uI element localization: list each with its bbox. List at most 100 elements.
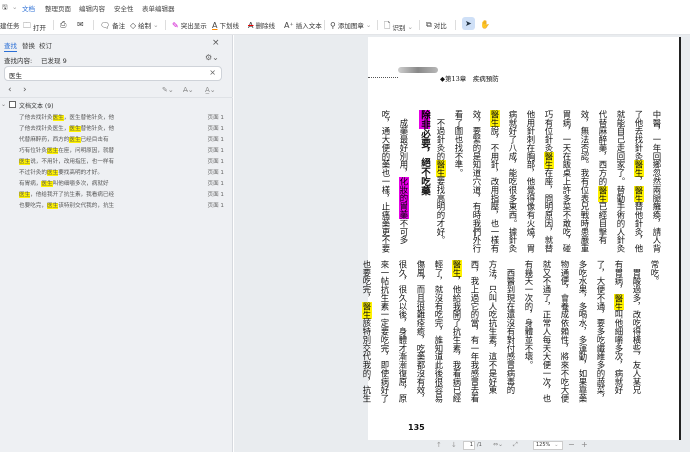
tab-replace[interactable]: 替换 — [22, 40, 35, 50]
shapes-icon: ◇ — [130, 20, 137, 30]
select-tool-button[interactable]: ➤ — [462, 17, 475, 30]
heading-highlight: 除非 — [419, 110, 430, 129]
zoom-select[interactable]: 125% ⌄ — [533, 441, 563, 450]
highlight-button[interactable]: ✎ 突出显示 — [172, 20, 207, 31]
menu-security[interactable]: 安全性 — [114, 3, 134, 13]
text: 成藥最好別用， — [399, 110, 409, 178]
text: 了他去找針灸 — [634, 110, 644, 161]
search-result-item[interactable]: 医生说，不用针，改用指压，也一样有 页面 1 — [19, 157, 224, 167]
search-hit-highlight: 醫生 — [598, 185, 608, 203]
zoom-in-button[interactable]: + — [581, 440, 588, 449]
text-column: 有幾天一次的，身體並不壞。 — [520, 260, 538, 415]
search-input[interactable]: 医生 × — [4, 66, 222, 81]
text: 西醫到現在還沒有對付感冒病毒的 — [506, 260, 516, 395]
search-result-item[interactable]: 有胃病，医生叫他细嚼多次，病就好 页面 1 — [19, 179, 224, 189]
tab-revise[interactable]: 校订 — [39, 40, 52, 50]
search-result-item[interactable]: 了他去找针灸医生，医生替他针灸，他 页面 1 — [19, 113, 224, 123]
section-heading: 除非必要，絕不吃藥 — [415, 110, 433, 260]
page-input[interactable]: 1 — [463, 441, 475, 450]
chapter-header: ◆第13章 疾病預防 — [440, 75, 499, 83]
tab-find[interactable]: 查找 — [4, 40, 17, 52]
text: 輕了，就沒有吃完，誰知道此後很容易 — [434, 260, 444, 403]
add-stamp-button[interactable]: ⚲ 添加图章 ⌄ — [330, 20, 371, 31]
compare-button[interactable]: ⧉ 对比 — [426, 20, 447, 30]
zoom-out-button[interactable]: − — [568, 440, 575, 449]
divider — [93, 20, 94, 30]
result-page: 页面 1 — [207, 159, 224, 165]
divider — [53, 20, 54, 30]
menu-form-editor[interactable]: 表单编辑器 — [142, 3, 175, 13]
collapse-chevron-icon[interactable]: ⌄ — [1, 101, 6, 108]
underline-label: 下划线 — [219, 22, 239, 30]
text-column: 他用針刺在胸部，他覺得像有火燒，胃 — [522, 110, 540, 260]
new-task-label: 建任务 — [0, 22, 20, 30]
result-page: 页面 1 — [207, 126, 224, 132]
text: 有幾天一次的，身體並不壞。 — [524, 260, 534, 370]
text-column: 來一帖抗生素一定要吃完，即使病好了 — [376, 260, 394, 415]
gear-icon[interactable]: ⚙⌄ — [205, 53, 219, 62]
result-page: 页面 1 — [207, 181, 224, 187]
search-result-item[interactable]: 也要吃完，医生该特别交代我的，抗生 页面 1 — [19, 201, 224, 211]
print-button[interactable]: ⎙ — [60, 20, 66, 30]
hand-tool-button[interactable]: ✋ — [480, 20, 490, 29]
result-snippet: 有胃病，医生叫他细嚼多次，病就好 — [19, 179, 109, 187]
arrow-down-icon[interactable]: ↓ — [451, 441, 457, 449]
snippet-before: 巧有位针灸 — [19, 148, 47, 154]
save-icon[interactable]: 🖫 — [2, 3, 8, 14]
text: 就又不通了，正常人每天大便一次，也 — [542, 260, 552, 403]
text: 看了圖也找不準。 — [454, 110, 464, 178]
group-checkbox[interactable] — [9, 101, 16, 108]
strikethrough-button[interactable]: A 删除线 — [248, 20, 275, 31]
find-label: 查找内容: — [4, 57, 33, 65]
text: 已經目擊有 — [598, 202, 608, 245]
toolbar: 建任务 🗀 打开 ⎙ ✉ 🗨 备注 ◇ 绘制 ⌄ ✎ 突出显示 A 下划线 A 删除线 A⁺ 插… — [0, 14, 690, 35]
previous-result-button[interactable]: ‹ — [8, 85, 12, 95]
underline-results-icon[interactable]: A̲⌄ — [205, 86, 216, 94]
search-value: 医生 — [9, 72, 22, 80]
recognize-label: 识别 — [392, 24, 406, 32]
arrow-up-icon[interactable]: ↑ — [436, 441, 442, 449]
highlighter-icon: ✎ — [172, 20, 179, 30]
text: 巧有位針灸 — [544, 110, 554, 152]
fit-width-icon[interactable]: ⇔⌄ — [493, 441, 503, 448]
open-button[interactable]: 🗀 打开 — [23, 20, 46, 34]
next-result-button[interactable]: › — [23, 85, 27, 95]
underline-button[interactable]: A 下划线 — [212, 20, 239, 31]
search-hit-highlight: 醫生 — [634, 185, 644, 203]
text: 吃，通大便的藥也一樣，止痛藥更不要 — [381, 110, 391, 253]
note-button[interactable]: 🗨 备注 — [100, 20, 125, 31]
search-hit-highlight: 醫生 — [490, 110, 500, 127]
search-result-item[interactable]: 了他去找针灸医生，医生替他针灸，他 页面 1 — [19, 124, 224, 134]
text: 胃酸過多，改吃得橫些，友人某兄 — [632, 260, 642, 395]
menu-edit-content[interactable]: 编辑内容 — [79, 3, 105, 13]
search-result-item[interactable]: 代替麻醉药，西方的医生已经目击有 页面 1 — [19, 135, 224, 145]
result-snippet: 也要吃完，医生该特别交代我的，抗生 — [19, 201, 114, 209]
text-column: 不過針灸的醫生要找高明的才好。 — [432, 110, 450, 260]
close-icon[interactable]: × — [212, 38, 220, 48]
search-result-item[interactable]: 巧有位针灸医生在座，问明原因，就替 页面 1 — [19, 146, 224, 156]
ocr-icon: 🗋 — [384, 21, 391, 30]
text: 胃病，一天在飯桌上許多菜不敢吃，碰 — [562, 110, 572, 253]
search-result-item[interactable]: 医生，他给我开了抗生素，我看病已经 页面 1 — [19, 190, 224, 200]
draw-button[interactable]: ◇ 绘制 ⌄ — [130, 20, 159, 31]
chevron-down-icon[interactable]: ⌄ — [12, 3, 17, 11]
strikethrough-results-icon[interactable]: A̶⌄ — [183, 86, 194, 94]
text-column: 效，要緊的是知道穴道，有時我們外行 — [468, 110, 486, 260]
recognize-button[interactable]: 🗋 识别 ⌄ — [384, 20, 413, 34]
strikethrough-label: 删除线 — [255, 22, 275, 30]
clear-icon[interactable]: × — [209, 68, 216, 77]
text-column: 中醫，一年回鄉忽然兩腿癱瘓，請人背 — [648, 110, 666, 260]
menu-organize-pages[interactable]: 整理页面 — [45, 3, 71, 13]
mail-button[interactable]: ✉ — [77, 20, 84, 29]
snippet-match: 医生 — [41, 181, 53, 187]
text: 來一帖抗生素一定要吃完，即使病好了 — [380, 260, 390, 403]
highlight-results-icon[interactable]: ✎⌄ — [162, 86, 174, 94]
new-task-button[interactable]: 建任务 — [0, 20, 20, 30]
text-column: 也要吃完，醫生該特別交代我的，抗生 — [358, 260, 376, 415]
insert-text-button[interactable]: A⁺ 插入文本 — [284, 20, 322, 31]
text-column: 就能自己走回家了。替動手術的人針灸 — [612, 110, 630, 260]
pdf-page: ◆第13章 疾病預防 中醫，一年回鄉忽然兩腿癱瘓，請人背 了他去找針灸醫生，醫生替… — [362, 37, 681, 440]
text: 中醫，一年回鄉忽然兩腿癱瘓，請人背 — [652, 110, 662, 253]
search-result-item[interactable]: 不过针灸的医生要找高明的才好。 页面 1 — [19, 168, 224, 178]
fit-page-icon[interactable]: ⤢ — [513, 441, 518, 449]
